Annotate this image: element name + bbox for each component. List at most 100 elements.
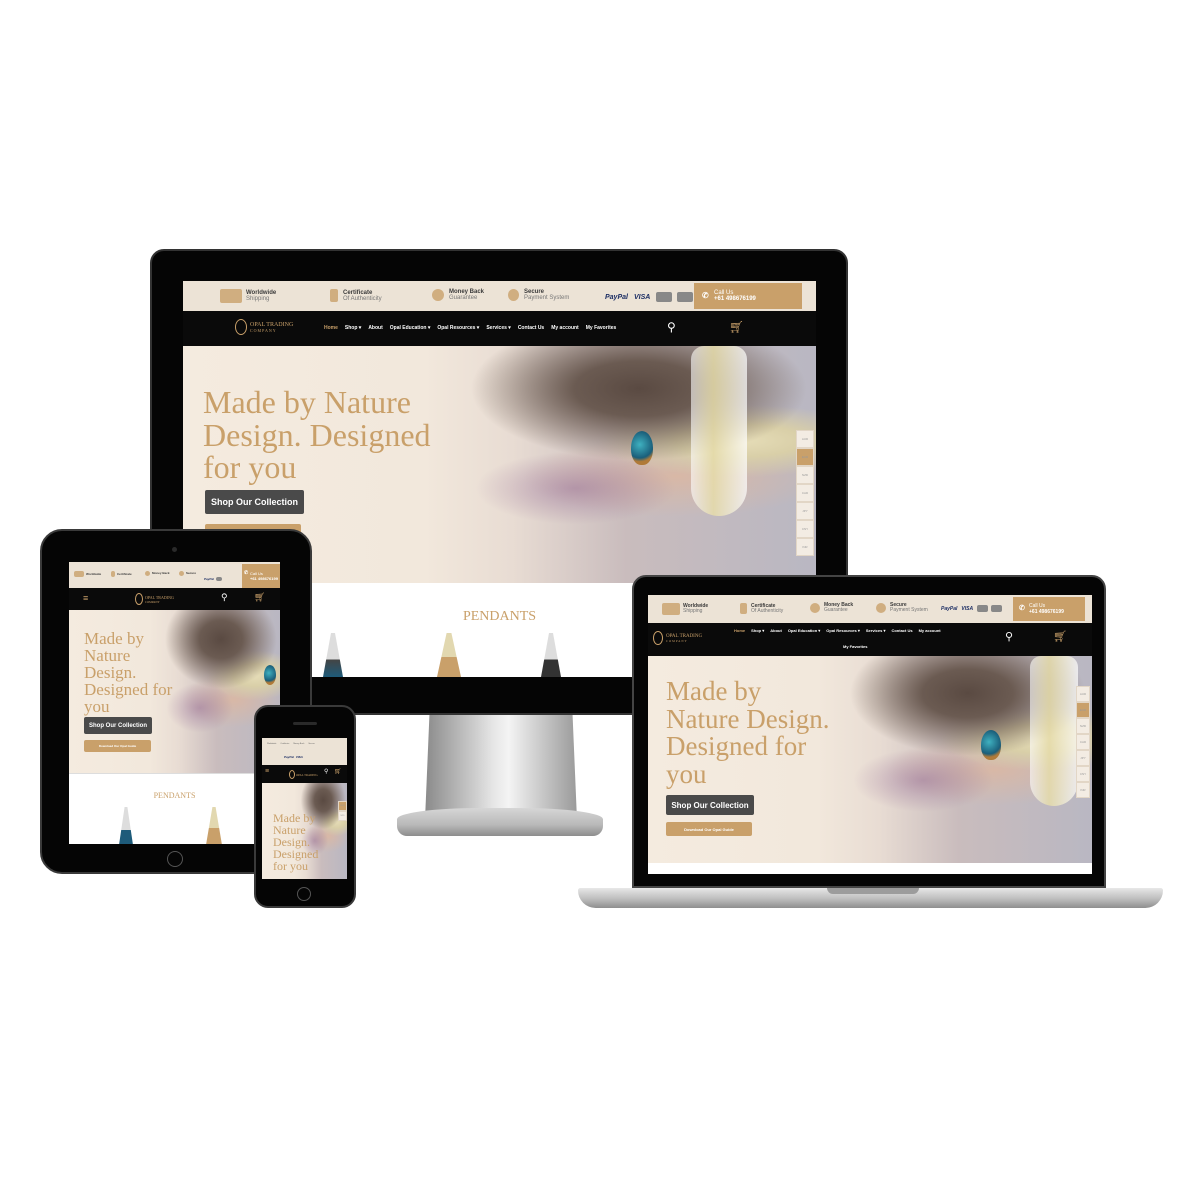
site-logo[interactable]: OPAL TRADING COMPANY [235, 319, 293, 335]
currency-jpy[interactable]: JPY [1076, 750, 1090, 766]
nav-account[interactable]: My account [919, 628, 941, 633]
nav-education[interactable]: Opal Education ▾ [788, 628, 820, 633]
currency-inr[interactable]: INR [1076, 782, 1090, 798]
laptop-screen: Worldwide Shipping Certificate Of Authenti… [648, 595, 1092, 874]
dollar-icon [810, 603, 820, 613]
main-nav: ≡ OPAL TRADING COMPANY ⚲ 🛒︎ [69, 588, 280, 610]
download-guide-button[interactable]: Download Our Opal Guide [666, 822, 752, 836]
nav-menu: Home Shop ▾ About Opal Education ▾ Opal … [734, 628, 941, 633]
hero-title: Made by Nature Design. Designed for you [666, 676, 830, 789]
pendant-product-1[interactable] [323, 633, 343, 677]
paypal-logo: PayPal [284, 755, 294, 759]
feature-bar-items: Worldwide Certificate Money Back Secure [267, 743, 315, 745]
cart-icon[interactable]: 🛒︎ [1053, 630, 1067, 643]
nav-favorites[interactable]: My Favorites [843, 644, 867, 649]
feature-worldwide: Worldwide [74, 571, 101, 577]
shop-collection-button[interactable]: Shop Our Collection [666, 795, 754, 815]
nav-about[interactable]: About [368, 325, 382, 331]
nav-resources[interactable]: Opal Resources ▾ [437, 325, 479, 331]
truck-icon [74, 571, 84, 577]
nav-shop[interactable]: Shop ▾ [345, 325, 361, 331]
nav-contact[interactable]: Contact Us [891, 628, 912, 633]
currency-eur[interactable]: EUR [796, 448, 814, 466]
opal-pendant-image [631, 431, 653, 465]
currency-nzd[interactable]: NZD [338, 811, 347, 821]
tablet-home-button[interactable] [167, 851, 183, 867]
hero-title: Made by Nature Design. Designed for you [203, 384, 431, 486]
search-icon[interactable]: ⚲ [221, 592, 228, 603]
feature-secure: Secure Payment System [508, 289, 569, 301]
feature-secure: Secure Payment System [876, 603, 928, 613]
stripe-icon [677, 292, 694, 302]
main-nav: ≡ OPAL TRADING ⚲ 🛒︎ [262, 765, 347, 783]
tablet-camera [172, 547, 177, 552]
paypal-logo: PayPal [605, 293, 628, 301]
currency-aud[interactable]: AUD [796, 430, 814, 448]
shop-collection-button[interactable]: Shop Our Collection [84, 717, 152, 734]
site-logo[interactable]: OPAL TRADING COMPANY [653, 631, 702, 645]
currency-cad[interactable]: CAD [796, 484, 814, 502]
call-us-box[interactable]: ✆ Call Us +61 498676199 [1013, 597, 1085, 621]
currency-eur[interactable]: EUR [1076, 702, 1090, 718]
currency-nzd[interactable]: NZD [796, 466, 814, 484]
search-icon[interactable]: ⚲ [324, 768, 328, 775]
currency-inr[interactable]: INR [796, 538, 814, 556]
nav-menu: Home Shop ▾ About Opal Education ▾ Opal … [324, 325, 616, 331]
nav-favorites[interactable]: My Favorites [586, 325, 617, 331]
truck-icon [662, 603, 680, 615]
nav-services[interactable]: Services ▾ [486, 325, 510, 331]
main-nav: OPAL TRADING COMPANY Home Shop ▾ About Op… [648, 623, 1092, 656]
hamburger-icon[interactable]: ≡ [83, 593, 88, 603]
currency-cad[interactable]: CAD [1076, 734, 1090, 750]
site-logo[interactable]: OPAL TRADING COMPANY [135, 593, 174, 605]
pendant-product-1[interactable] [119, 807, 133, 844]
feature-money-back: Money Back Guarantee [432, 289, 484, 301]
search-icon[interactable]: ⚲ [1005, 630, 1013, 643]
site-logo[interactable]: OPAL TRADING [289, 770, 318, 779]
currency-eur[interactable]: EUR [338, 801, 347, 811]
payment-logos: PayPal VISA [284, 755, 303, 759]
feature-certificate: Certificate [111, 571, 132, 577]
currency-cny[interactable]: CNY [796, 520, 814, 538]
hamburger-icon[interactable]: ≡ [265, 768, 269, 775]
call-us-box[interactable]: ✆ Call Us +61 498676199 [694, 283, 802, 309]
dollar-icon [432, 289, 444, 301]
currency-aud[interactable]: AUD [1076, 686, 1090, 702]
main-nav: OPAL TRADING COMPANY Home Shop ▾ About Op… [183, 311, 816, 346]
currency-switcher: AUD EUR NZD CAD JPY CNY INR [796, 430, 814, 556]
nav-home[interactable]: Home [324, 325, 338, 331]
pendant-product-2[interactable] [206, 807, 222, 844]
currency-jpy[interactable]: JPY [796, 502, 814, 520]
pendant-product-3[interactable] [541, 633, 561, 677]
nav-resources[interactable]: Opal Resources ▾ [826, 628, 860, 633]
currency-nzd[interactable]: NZD [1076, 718, 1090, 734]
nav-education[interactable]: Opal Education ▾ [390, 325, 431, 331]
nav-home[interactable]: Home [734, 628, 745, 633]
feature-money-back: Money Back Guarantee [810, 603, 853, 613]
currency-cny[interactable]: CNY [1076, 766, 1090, 782]
truck-icon [220, 289, 242, 303]
shop-collection-button[interactable]: Shop Our Collection [205, 490, 304, 514]
feature-worldwide: Worldwide Shipping [220, 289, 276, 303]
hero-title: Made by Nature Design. Designed for you [273, 811, 319, 873]
mastercard-icon [977, 605, 989, 612]
nav-about[interactable]: About [770, 628, 782, 633]
cart-icon[interactable]: 🛒︎ [254, 592, 265, 603]
download-guide-button[interactable]: Download Our Opal Guide [84, 740, 151, 752]
phone-icon: ✆ [702, 291, 709, 300]
nav-services[interactable]: Services ▾ [866, 628, 886, 633]
pendant-product-2[interactable] [437, 633, 461, 677]
call-us-box[interactable]: ✆ Call Us +61 498676199 [242, 564, 280, 588]
feature-bar: Worldwide Certificate Money Back Secure … [262, 738, 347, 765]
opal-pendant-image [264, 665, 276, 685]
nav-contact[interactable]: Contact Us [518, 325, 544, 331]
search-icon[interactable]: ⚲ [667, 320, 676, 334]
nav-shop[interactable]: Shop ▾ [751, 628, 764, 633]
nav-account[interactable]: My account [551, 325, 579, 331]
feature-bar: Worldwide Shipping Certificate Of Authenti… [648, 595, 1092, 623]
payment-logos: PayPal [204, 577, 222, 581]
payment-logos: PayPal VISA [941, 605, 1003, 612]
phone-home-button[interactable] [297, 887, 311, 901]
cart-icon[interactable]: 🛒︎ [334, 768, 342, 775]
cart-icon[interactable]: 🛒︎ [729, 320, 744, 334]
